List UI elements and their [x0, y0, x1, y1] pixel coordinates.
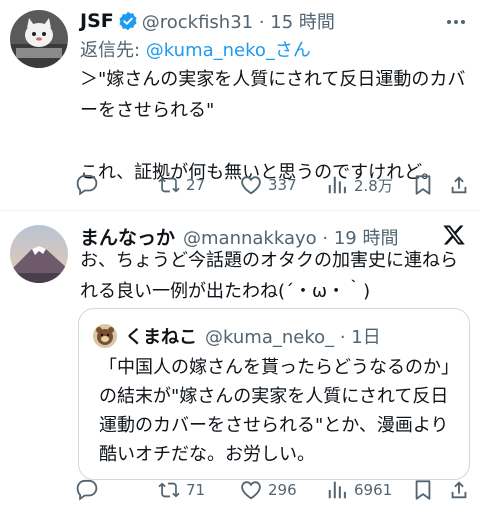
- tweet-mannakka[interactable]: まんなっか @mannakkayo · 19 時間 お、ちょうど今話題のオタクの…: [0, 211, 480, 514]
- retweet-count: 27: [186, 176, 206, 194]
- bookmark-button[interactable]: [412, 170, 434, 200]
- avatar-mannakka[interactable]: [10, 225, 68, 283]
- quoted-tweet[interactable]: くまねこ @kuma_neko_ · 1日 「中国人の嫁さんを貰ったらどうなるの…: [78, 308, 470, 480]
- views-chart-icon: [328, 481, 346, 499]
- bookmark-button[interactable]: [412, 475, 434, 505]
- reply-to-line: 返信先: @kuma_neko_さん: [80, 36, 311, 62]
- view-count: 2.8万: [354, 176, 393, 195]
- heart-icon: [241, 481, 261, 500]
- views-chart-icon: [328, 176, 346, 194]
- retweet-icon: [158, 177, 180, 193]
- share-icon: [451, 176, 467, 194]
- bookmark-icon: [415, 175, 431, 195]
- views-button[interactable]: 2.8万: [326, 170, 393, 200]
- retweet-button[interactable]: 27: [158, 170, 205, 200]
- action-bar: 27 337 2.8万: [76, 170, 472, 200]
- like-count: 337: [268, 176, 297, 194]
- view-count: 6961: [354, 481, 393, 499]
- like-button[interactable]: 337: [240, 170, 297, 200]
- reply-to-label: 返信先:: [80, 40, 146, 61]
- more-options-icon[interactable]: [444, 10, 468, 34]
- reply-icon: [76, 174, 98, 196]
- share-button[interactable]: [448, 170, 470, 200]
- reply-icon: [76, 479, 98, 501]
- bookmark-icon: [415, 480, 431, 500]
- reply-button[interactable]: [76, 475, 104, 505]
- share-icon: [451, 481, 467, 499]
- author-name[interactable]: JSF: [80, 10, 114, 32]
- tweet-text: お、ちょうど今話題のオタクの加害史に連ねられる良い一例が出たわね(´・ω・｀): [80, 250, 458, 302]
- avatar-jsf[interactable]: [10, 10, 68, 68]
- heart-icon: [241, 176, 261, 195]
- retweet-button[interactable]: 71: [158, 475, 205, 505]
- quoted-avatar[interactable]: [93, 324, 117, 348]
- retweet-icon: [158, 482, 180, 498]
- views-button[interactable]: 6961: [326, 475, 392, 505]
- quoted-tweet-text: 「中国人の嫁さんを貰ったらどうなるのか」の結末が"嫁さんの実家を人質にされて反日…: [99, 357, 459, 465]
- like-button[interactable]: 296: [240, 475, 297, 505]
- action-bar: 71 296 6961: [76, 475, 472, 505]
- quoted-author-handle-time[interactable]: @kuma_neko_ · 1日: [205, 323, 381, 349]
- share-button[interactable]: [448, 475, 470, 505]
- verified-badge-icon: [118, 11, 138, 31]
- retweet-count: 71: [186, 481, 206, 499]
- x-logo-icon: [442, 223, 466, 247]
- quoted-author-name[interactable]: くまねこ: [125, 323, 197, 349]
- reply-to-link[interactable]: @kuma_neko_さん: [146, 40, 311, 61]
- author-handle-time[interactable]: @rockfish31 · 15 時間: [142, 8, 335, 34]
- tweet-jsf[interactable]: JSF @rockfish31 · 15 時間 返信先: @kuma_neko_…: [0, 0, 480, 208]
- reply-button[interactable]: [76, 170, 104, 200]
- like-count: 296: [268, 481, 297, 499]
